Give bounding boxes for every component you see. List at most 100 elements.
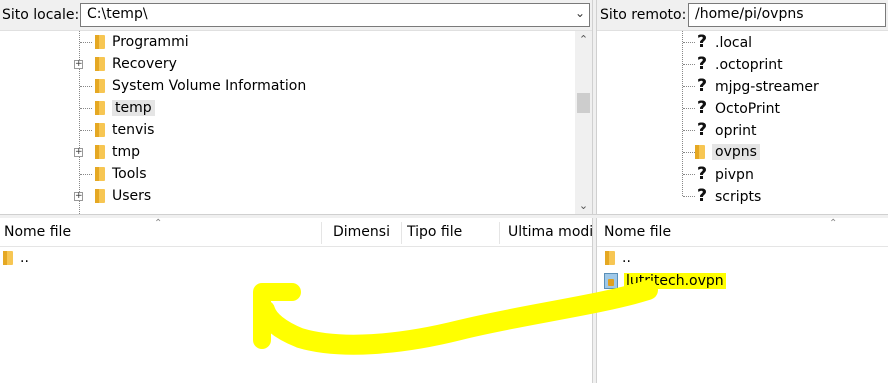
tree-guide-line	[683, 108, 695, 109]
tree-guide-line	[683, 196, 695, 197]
file-name: ..	[622, 250, 631, 266]
folder-icon	[95, 167, 105, 181]
tree-guide-line	[80, 174, 92, 175]
remote-path-bar: Sito remoto: /home/pi/ovpns	[597, 0, 888, 31]
tree-item-label: temp	[112, 100, 155, 116]
tree-item-label: tenvis	[112, 122, 155, 138]
column-header-name[interactable]: Nome file	[604, 224, 804, 240]
local-tree-item[interactable]: System Volume Information	[95, 75, 306, 97]
tree-item-label: System Volume Information	[112, 78, 307, 94]
tree-guide-line	[80, 108, 92, 109]
file-name: ..	[20, 250, 29, 266]
tree-item-label: oprint	[715, 123, 757, 139]
local-tree-item[interactable]: temp	[95, 97, 155, 119]
remote-tree-item[interactable]: ? .local	[695, 31, 752, 53]
remote-path-input[interactable]: /home/pi/ovpns	[688, 3, 886, 27]
remote-file-list: ⌃ Nome file .. lutritech.ovpn	[597, 218, 888, 383]
list-item[interactable]: ..	[3, 247, 29, 269]
remote-tree-item[interactable]: ? .octoprint	[695, 53, 783, 75]
local-tree-item[interactable]: tmp	[95, 141, 140, 163]
tree-item-label: mjpg-streamer	[715, 79, 819, 95]
remote-tree-item[interactable]: ? OctoPrint	[695, 97, 780, 119]
local-path-bar: Sito locale: C:\temp\ ⌄	[0, 0, 592, 31]
local-site-label: Sito locale:	[2, 7, 80, 23]
remote-list-header: ⌃ Nome file	[597, 218, 888, 247]
column-divider[interactable]	[401, 222, 402, 244]
remote-tree: ? .local? .octoprint? mjpg-streamer? OctoPri…	[597, 31, 888, 214]
local-path-value: C:\temp\	[87, 6, 148, 22]
folder-icon	[95, 57, 105, 71]
remote-tree-item[interactable]: ? pivpn	[695, 163, 754, 185]
remote-path-value: /home/pi/ovpns	[695, 6, 804, 22]
remote-tree-pane: Sito remoto: /home/pi/ovpns ? .local? .oct…	[597, 0, 888, 214]
folder-icon	[95, 123, 105, 137]
tree-guide-line	[683, 130, 695, 131]
remote-site-label: Sito remoto:	[600, 7, 687, 23]
question-icon: ?	[695, 163, 709, 185]
remote-tree-item[interactable]: ? mjpg-streamer	[695, 75, 819, 97]
tree-item-label: Tools	[112, 166, 147, 182]
question-icon: ?	[695, 75, 709, 97]
question-icon: ?	[695, 53, 709, 75]
tree-item-label: scripts	[715, 189, 762, 205]
tree-guide-line	[683, 174, 695, 175]
tree-guide-line	[683, 42, 695, 43]
column-header-name[interactable]: Nome file	[4, 224, 304, 240]
tree-guide-line	[80, 86, 92, 87]
column-header-size[interactable]: Dimensi	[333, 224, 399, 240]
folder-icon	[3, 251, 13, 265]
file-icon	[604, 273, 618, 289]
tree-item-label: OctoPrint	[715, 101, 780, 117]
tree-guide-line	[80, 130, 92, 131]
folder-icon	[695, 145, 705, 159]
tree-item-label: .octoprint	[715, 57, 783, 73]
folder-icon	[95, 79, 105, 93]
local-tree: Programmi + Recovery System Volume Informat…	[0, 31, 592, 214]
column-divider[interactable]	[321, 222, 322, 244]
remote-tree-item[interactable]: ? oprint	[695, 119, 756, 141]
local-tree-item[interactable]: tenvis	[95, 119, 154, 141]
tree-item-label: ovpns	[712, 144, 760, 160]
tree-guide-line	[682, 31, 683, 196]
list-item-selected[interactable]: lutritech.ovpn	[604, 270, 726, 292]
remote-tree-item[interactable]: ovpns	[695, 141, 760, 163]
column-header-type[interactable]: Tipo file	[407, 224, 497, 240]
file-name: lutritech.ovpn	[624, 273, 726, 289]
scrollbar-thumb[interactable]	[577, 93, 590, 113]
local-tree-scrollbar[interactable]: ⌃ ⌄	[575, 31, 592, 214]
local-tree-item[interactable]: Tools	[95, 163, 147, 185]
plus-icon[interactable]: +	[74, 192, 83, 201]
remote-tree-item[interactable]: ? scripts	[695, 185, 761, 207]
question-icon: ?	[695, 185, 709, 207]
tree-guide-line	[683, 64, 695, 65]
chevron-down-icon[interactable]: ⌄	[575, 197, 592, 214]
plus-icon[interactable]: +	[74, 60, 83, 69]
sort-ascending-icon: ⌃	[829, 218, 838, 229]
question-icon: ?	[695, 97, 709, 119]
local-list-header: ⌃ Nome file Dimensi Tipo file Ultima mod…	[0, 218, 592, 247]
chevron-up-icon[interactable]: ⌃	[575, 31, 592, 48]
tree-item-label: pivpn	[715, 167, 754, 183]
tree-item-label: Recovery	[112, 56, 177, 72]
local-tree-item[interactable]: Recovery	[95, 53, 177, 75]
column-divider[interactable]	[499, 222, 500, 244]
list-item[interactable]: ..	[605, 247, 631, 269]
tree-guide-line	[683, 152, 695, 153]
folder-icon	[95, 101, 105, 115]
chevron-down-icon[interactable]: ⌄	[575, 6, 585, 20]
question-icon: ?	[695, 31, 709, 53]
local-tree-item[interactable]: Users	[95, 185, 151, 207]
tree-item-label: Programmi	[112, 34, 189, 50]
tree-item-label: tmp	[112, 144, 141, 160]
local-path-input[interactable]: C:\temp\ ⌄	[80, 3, 590, 27]
folder-icon	[95, 35, 105, 49]
tree-item-label: Users	[112, 188, 152, 204]
plus-icon[interactable]: +	[74, 148, 83, 157]
tree-guide-line	[683, 86, 695, 87]
local-tree-pane: Sito locale: C:\temp\ ⌄ Programmi + Recove…	[0, 0, 592, 214]
tree-guide-line	[80, 42, 92, 43]
tree-item-label: .local	[715, 35, 753, 51]
local-file-list: ⌃ Nome file Dimensi Tipo file Ultima mod…	[0, 218, 592, 383]
local-tree-item[interactable]: Programmi	[95, 31, 189, 53]
column-header-modified[interactable]: Ultima modi	[508, 224, 592, 240]
